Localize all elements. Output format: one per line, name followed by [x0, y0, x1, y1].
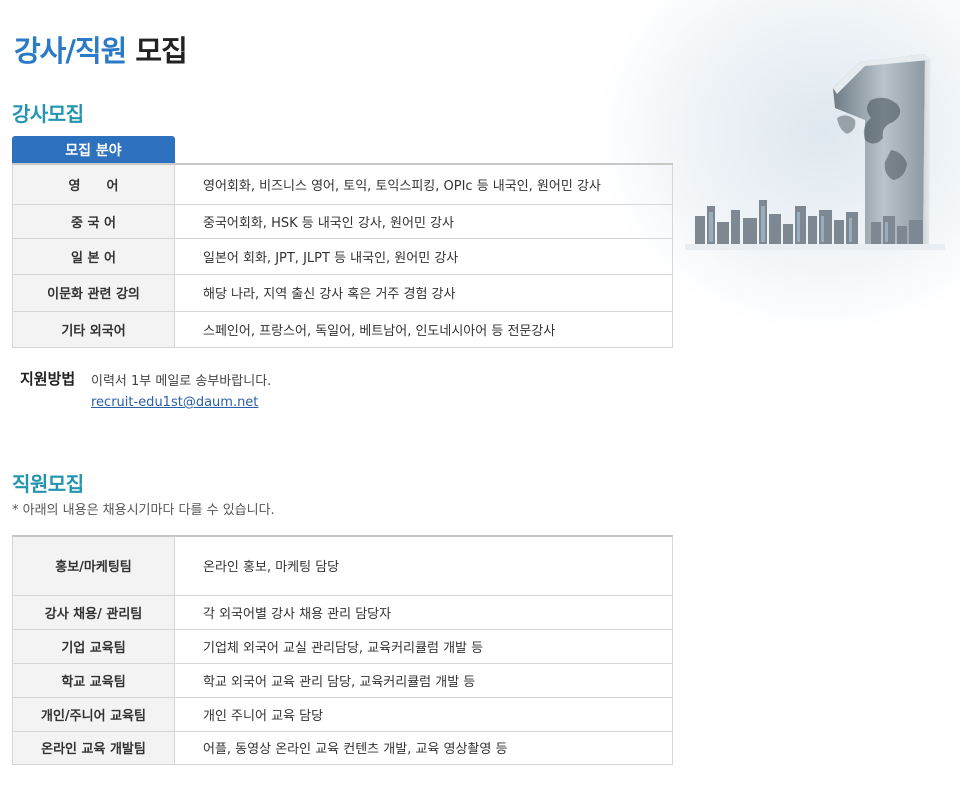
table-row: 기업 교육팀 기업체 외국어 교실 관리담당, 교육커리큘럼 개발 등 — [12, 628, 673, 664]
table-row: 중 국 어 중국어회화, HSK 등 내국인 강사, 원어민 강사 — [12, 203, 673, 239]
detail-cell: 스페인어, 프랑스어, 독일어, 베트남어, 인도네시아어 등 전문강사 — [174, 310, 673, 348]
table-row: 강사 채용/ 관리팀 각 외국어별 강사 채용 관리 담당자 — [12, 594, 673, 630]
table-row: 홍보/마케팅팀 온라인 홍보, 마케팅 담당 — [12, 535, 673, 596]
apply-method-text: 이력서 1부 메일로 송부바랍니다. — [91, 374, 272, 389]
instructor-table: 영 어 영어회화, 비즈니스 영어, 토익, 토익스피킹, OPIc 등 내국인… — [12, 163, 673, 348]
duty-cell: 기업체 외국어 교실 관리담당, 교육커리큘럼 개발 등 — [174, 628, 673, 664]
duty-cell: 어플, 동영상 온라인 교육 컨텐츠 개발, 교육 영상촬영 등 — [174, 730, 673, 765]
field-cell: 기타 외국어 — [12, 310, 175, 348]
instructor-section-title: 강사모집 — [12, 102, 84, 126]
detail-cell: 일본어 회화, JPT, JLPT 등 내국인, 원어민 강사 — [174, 237, 673, 275]
recruit-email-link[interactable]: recruit-edu1st@daum.net — [91, 395, 258, 410]
duty-cell: 각 외국어별 강사 채용 관리 담당자 — [174, 594, 673, 630]
page-title-rest: 모집 — [135, 34, 187, 68]
duty-cell: 개인 주니어 교육 담당 — [174, 696, 673, 732]
number-one-building-icon — [685, 54, 945, 250]
page-title-accent: 강사/직원 — [14, 34, 127, 68]
table-row: 개인/주니어 교육팀 개인 주니어 교육 담당 — [12, 696, 673, 732]
table-row: 온라인 교육 개발팀 어플, 동영상 온라인 교육 컨텐츠 개발, 교육 영상촬… — [12, 730, 673, 765]
table-row: 이문화 관련 강의 해당 나라, 지역 출신 강사 혹은 거주 경험 강사 — [12, 273, 673, 312]
team-cell: 개인/주니어 교육팀 — [12, 696, 175, 732]
staff-table: 홍보/마케팅팀 온라인 홍보, 마케팅 담당 강사 채용/ 관리팀 각 외국어별… — [12, 535, 673, 765]
table-row: 영 어 영어회화, 비즈니스 영어, 토익, 토익스피킹, OPIc 등 내국인… — [12, 163, 673, 205]
recruit-field-tab: 모집 분야 — [12, 136, 175, 163]
duty-cell: 온라인 홍보, 마케팅 담당 — [174, 535, 673, 596]
field-cell: 이문화 관련 강의 — [12, 273, 175, 312]
team-cell: 온라인 교육 개발팀 — [12, 730, 175, 765]
field-cell: 중 국 어 — [12, 203, 175, 239]
detail-cell: 중국어회화, HSK 등 내국인 강사, 원어민 강사 — [174, 203, 673, 239]
table-row: 기타 외국어 스페인어, 프랑스어, 독일어, 베트남어, 인도네시아어 등 전… — [12, 310, 673, 348]
table-row: 학교 교육팀 학교 외국어 교육 관리 담당, 교육커리큘럼 개발 등 — [12, 662, 673, 698]
table-row: 일 본 어 일본어 회화, JPT, JLPT 등 내국인, 원어민 강사 — [12, 237, 673, 275]
team-cell: 홍보/마케팅팀 — [12, 535, 175, 596]
staff-section-title: 직원모집 — [12, 472, 84, 496]
detail-cell: 영어회화, 비즈니스 영어, 토익, 토익스피킹, OPIc 등 내국인, 원어… — [174, 163, 673, 205]
staff-note: * 아래의 내용은 채용시기마다 다를 수 있습니다. — [12, 503, 275, 518]
apply-method-label: 지원방법 — [20, 370, 76, 388]
field-cell: 영 어 — [12, 163, 175, 205]
team-cell: 강사 채용/ 관리팀 — [12, 594, 175, 630]
page-title: 강사/직원 모집 — [14, 28, 188, 70]
field-cell: 일 본 어 — [12, 237, 175, 275]
team-cell: 기업 교육팀 — [12, 628, 175, 664]
detail-cell: 해당 나라, 지역 출신 강사 혹은 거주 경험 강사 — [174, 273, 673, 312]
duty-cell: 학교 외국어 교육 관리 담당, 교육커리큘럼 개발 등 — [174, 662, 673, 698]
team-cell: 학교 교육팀 — [12, 662, 175, 698]
